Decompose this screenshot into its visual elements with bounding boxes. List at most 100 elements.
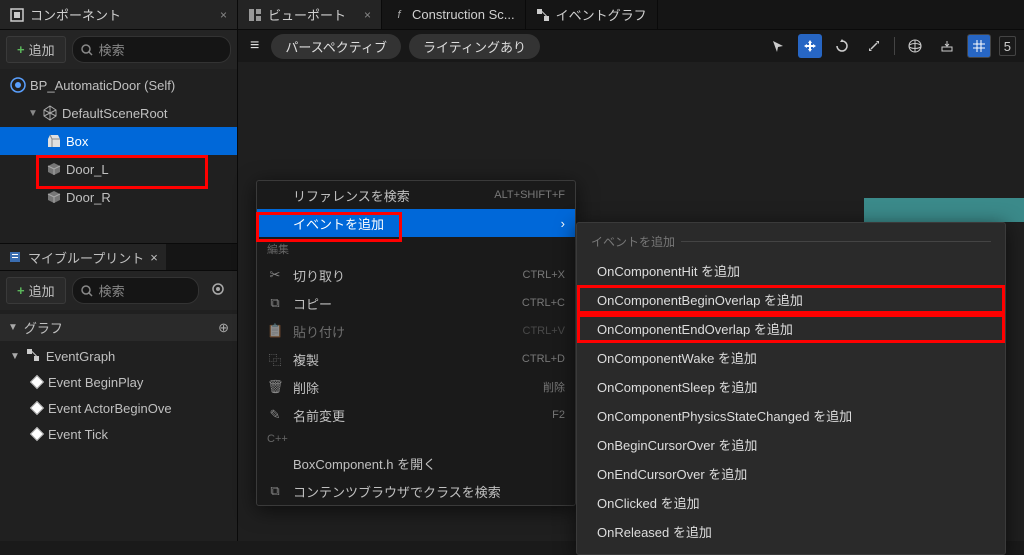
- event-label: Event ActorBeginOve: [48, 401, 172, 416]
- ctx-rename[interactable]: ✎ 名前変更 F2: [257, 401, 575, 429]
- tab-label: Construction Sc...: [412, 7, 515, 22]
- close-icon[interactable]: ×: [220, 8, 227, 22]
- ctx-section-cpp: C++: [257, 429, 575, 449]
- grid-snap-icon[interactable]: [967, 34, 991, 58]
- section-graph[interactable]: ▼ グラフ ⊕: [0, 314, 237, 341]
- tab-myblueprint[interactable]: マイブループリント ×: [0, 244, 166, 270]
- plus-icon: +: [17, 42, 25, 57]
- search-input[interactable]: 検索: [72, 277, 199, 304]
- submenu-header-label: イベントを追加: [591, 233, 675, 250]
- add-circle-icon[interactable]: ⊕: [218, 320, 229, 336]
- submenu-item-oncomponentphysicsstatechanged[interactable]: OnComponentPhysicsStateChanged を追加: [577, 401, 1005, 430]
- ctx-label: リファレンスを検索: [293, 186, 410, 205]
- tree-row-scene-root[interactable]: ▼ DefaultSceneRoot: [0, 99, 237, 127]
- ctx-label: 貼り付け: [293, 322, 345, 341]
- ctx-open-header[interactable]: BoxComponent.h を開く: [257, 449, 575, 477]
- delete-icon: 🗑: [267, 379, 283, 395]
- submenu-item-oncomponentsleep[interactable]: OnComponentSleep を追加: [577, 372, 1005, 401]
- surface-snap-icon[interactable]: [935, 34, 959, 58]
- submenu-item-onclicked[interactable]: OnClicked を追加: [577, 488, 1005, 517]
- graph-row-eventgraph[interactable]: ▼ EventGraph: [10, 343, 237, 369]
- submenu-item-onreleased[interactable]: OnReleased を追加: [577, 517, 1005, 546]
- graph-label: EventGraph: [46, 349, 115, 364]
- close-icon[interactable]: ×: [150, 250, 158, 265]
- gear-icon[interactable]: [205, 282, 231, 299]
- ctx-copy[interactable]: ⧉ コピー CTRL+C: [257, 289, 575, 317]
- event-icon: [30, 427, 44, 441]
- submenu-item-oncomponentbeginoverlap[interactable]: OnComponentBeginOverlap を追加: [577, 285, 1005, 314]
- ctx-delete[interactable]: 🗑 削除 削除: [257, 373, 575, 401]
- search-input[interactable]: 検索: [72, 36, 231, 63]
- event-row-tick[interactable]: Event Tick: [10, 421, 237, 447]
- submenu-item-oncomponentendoverlap[interactable]: OnComponentEndOverlap を追加: [577, 314, 1005, 343]
- tab-label: ビューポート: [268, 5, 346, 24]
- submenu-header: イベントを追加: [577, 231, 1005, 256]
- tree-row-box[interactable]: Box: [0, 127, 237, 155]
- submenu-item-onendcursorover[interactable]: OnEndCursorOver を追加: [577, 459, 1005, 488]
- plus-icon: +: [17, 283, 25, 298]
- ctx-label: 名前変更: [293, 406, 345, 425]
- event-row-actorbeginoverlap[interactable]: Event ActorBeginOve: [10, 395, 237, 421]
- submenu-item-oncomponentwake[interactable]: OnComponentWake を追加: [577, 343, 1005, 372]
- components-toolbar: + 追加 検索: [0, 30, 237, 69]
- ctx-label: イベントを追加: [293, 214, 384, 233]
- tree-row-door-l[interactable]: Door_L: [0, 155, 237, 183]
- add-button[interactable]: + 追加: [6, 36, 66, 63]
- graph-icon: [26, 348, 40, 365]
- ctx-find-class[interactable]: ⧉ コンテンツブラウザでクラスを検索: [257, 477, 575, 505]
- ctx-label: コピー: [293, 294, 332, 313]
- myblueprint-tabbar: マイブループリント ×: [0, 243, 237, 271]
- rename-icon: ✎: [267, 407, 283, 423]
- chevron-down-icon[interactable]: ▼: [28, 108, 38, 119]
- search-placeholder: 検索: [99, 40, 125, 59]
- event-row-beginplay[interactable]: Event BeginPlay: [10, 369, 237, 395]
- rotate-tool-icon[interactable]: [830, 34, 854, 58]
- add-button[interactable]: + 追加: [6, 277, 66, 304]
- tree-row-blueprint-self[interactable]: BP_AutomaticDoor (Self): [0, 71, 237, 99]
- tree-label: DefaultSceneRoot: [62, 106, 168, 121]
- tab-label: マイブループリント: [28, 248, 144, 267]
- viewport-menu-icon[interactable]: ≡: [246, 37, 263, 55]
- shortcut-hint: CTRL+X: [523, 269, 566, 281]
- tab-construction-script[interactable]: f Construction Sc...: [382, 0, 526, 29]
- viewport-icon: [248, 8, 262, 22]
- select-tool-icon[interactable]: [766, 34, 790, 58]
- tab-event-graph[interactable]: イベントグラフ: [526, 0, 658, 29]
- ctx-label: BoxComponent.h を開く: [293, 454, 436, 473]
- add-event-submenu: イベントを追加 OnComponentHit を追加 OnComponentBe…: [576, 222, 1006, 555]
- tab-components[interactable]: コンポーネント ×: [0, 0, 238, 29]
- perspective-dropdown[interactable]: パースペクティブ: [271, 34, 401, 59]
- ctx-cut[interactable]: ✂ 切り取り CTRL+X: [257, 261, 575, 289]
- snap-value-label: 5: [1004, 39, 1011, 54]
- ctx-search-references[interactable]: リファレンスを検索 ALT+SHIFT+F: [257, 181, 575, 209]
- cut-icon: ✂: [267, 267, 283, 283]
- ctx-label: 切り取り: [293, 266, 345, 285]
- lighting-label: ライティングあり: [423, 40, 526, 55]
- add-label: 追加: [29, 281, 55, 300]
- submenu-item-onbegincursorover[interactable]: OnBeginCursorOver を追加: [577, 430, 1005, 459]
- submenu-item-oncomponenthit[interactable]: OnComponentHit を追加: [577, 256, 1005, 285]
- paste-icon: 📋: [267, 323, 283, 339]
- static-mesh-icon: [46, 161, 62, 177]
- tab-viewport[interactable]: ビューポート ×: [238, 0, 382, 29]
- chevron-down-icon[interactable]: ▼: [10, 351, 20, 362]
- chevron-right-icon: ›: [561, 216, 565, 231]
- close-icon[interactable]: ×: [364, 8, 371, 22]
- context-menu: リファレンスを検索 ALT+SHIFT+F イベントを追加 › 編集 ✂ 切り取…: [256, 180, 576, 506]
- copy-icon: ⧉: [267, 295, 283, 311]
- ctx-add-event[interactable]: イベントを追加 ›: [257, 209, 575, 237]
- ctx-paste: 📋 貼り付け CTRL+V: [257, 317, 575, 345]
- scale-tool-icon[interactable]: [862, 34, 886, 58]
- viewport-geometry: [864, 198, 1024, 222]
- grid-snap-value[interactable]: 5: [999, 36, 1016, 56]
- move-tool-icon[interactable]: [798, 34, 822, 58]
- graph-tree: ▼ EventGraph Event BeginPlay Event Actor…: [0, 341, 237, 449]
- tab-label: イベントグラフ: [556, 5, 647, 24]
- sidebar: + 追加 検索 BP_AutomaticDoor (Self) ▼ Defaul…: [0, 30, 238, 541]
- lighting-dropdown[interactable]: ライティングあり: [409, 34, 540, 59]
- tree-row-door-r[interactable]: Door_R: [0, 183, 237, 211]
- coordinate-space-icon[interactable]: [903, 34, 927, 58]
- ctx-duplicate[interactable]: ⿻ 複製 CTRL+D: [257, 345, 575, 373]
- tree-label: BP_AutomaticDoor (Self): [30, 78, 175, 93]
- blueprint-book-icon: [8, 250, 22, 264]
